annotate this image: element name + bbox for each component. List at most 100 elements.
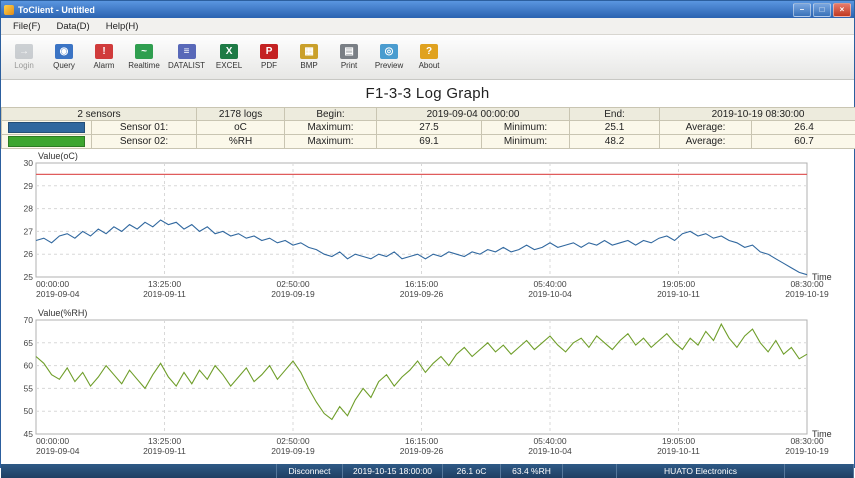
svg-text:2019-09-26: 2019-09-26: [400, 289, 444, 299]
svg-text:16:15:00: 16:15:00: [405, 279, 438, 289]
charts-area: 25262728293000:00:002019-09-0413:25:0020…: [1, 149, 854, 464]
close-button[interactable]: ×: [833, 3, 851, 17]
titlebar: ToClient - Untitled – □ ×: [1, 1, 854, 18]
status-segment: 2019-10-15 18:00:00: [343, 464, 443, 478]
end-value-cell: 2019-10-19 08:30:00: [660, 108, 855, 121]
realtime-icon: ~: [135, 44, 153, 59]
sensor-count-cell: 2 sensors: [2, 108, 197, 121]
about-button[interactable]: ? About: [410, 37, 448, 77]
sensor2-unit-cell: %RH: [197, 135, 285, 149]
query-button[interactable]: ◉ Query: [45, 37, 83, 77]
status-segment: 26.1 oC: [443, 464, 501, 478]
menu-item-help[interactable]: Help(H): [98, 21, 147, 32]
excel-button[interactable]: XEXCEL: [210, 37, 248, 77]
query-icon: ◉: [55, 44, 73, 59]
svg-text:19:05:00: 19:05:00: [662, 436, 695, 446]
alarm-button[interactable]: ! Alarm: [85, 37, 123, 77]
svg-text:45: 45: [24, 429, 34, 439]
svg-text:19:05:00: 19:05:00: [662, 279, 695, 289]
pdf-label: PDF: [261, 61, 277, 70]
svg-text:65: 65: [24, 338, 34, 348]
app-icon: [4, 5, 14, 15]
sensor2-label-cell: Sensor 02:: [92, 135, 197, 149]
datalist-icon: ≡: [178, 44, 196, 59]
svg-text:00:00:00: 00:00:00: [36, 436, 69, 446]
sensor2-color-swatch: [8, 136, 85, 147]
datalist-label: DATALIST: [168, 61, 205, 70]
svg-text:2019-10-19: 2019-10-19: [785, 446, 829, 456]
sensor1-swatch-cell: [2, 121, 92, 135]
sensor2-max-label: Maximum:: [285, 135, 377, 149]
svg-text:2019-09-04: 2019-09-04: [36, 289, 80, 299]
realtime-label: Realtime: [128, 61, 160, 70]
svg-text:25: 25: [24, 272, 34, 282]
sensor1-color-swatch: [8, 122, 85, 133]
toolbar: → Login ◉ Query! Alarm ~ Realtime ≡ DATALIST XEXC…: [1, 35, 854, 80]
about-label: About: [419, 61, 440, 70]
login-label: Login: [14, 61, 34, 70]
login-button[interactable]: → Login: [5, 37, 43, 77]
page-title: F1-3-3 Log Graph: [365, 85, 489, 102]
svg-text:2019-09-11: 2019-09-11: [143, 289, 186, 299]
svg-text:28: 28: [24, 204, 34, 214]
svg-text:2019-09-26: 2019-09-26: [400, 446, 444, 456]
login-icon: →: [15, 44, 33, 59]
sensor2-min-value: 48.2: [570, 135, 660, 149]
svg-text:2019-09-19: 2019-09-19: [271, 289, 315, 299]
sensor1-avg-value: 26.4: [752, 121, 855, 135]
excel-icon: X: [220, 44, 238, 59]
query-label: Query: [53, 61, 75, 70]
svg-text:05:40:00: 05:40:00: [533, 436, 566, 446]
status-segment: Disconnect: [277, 464, 343, 478]
sensor1-max-label: Maximum:: [285, 121, 377, 135]
svg-text:2019-09-04: 2019-09-04: [36, 446, 80, 456]
status-segment: [1, 464, 277, 478]
status-segment: 63.4 %RH: [501, 464, 563, 478]
menu-item-file[interactable]: File(F): [5, 21, 48, 32]
realtime-button[interactable]: ~ Realtime: [125, 37, 163, 77]
svg-text:55: 55: [24, 383, 34, 393]
humidity-chart: 45505560657000:00:002019-09-0413:25:0020…: [6, 307, 849, 459]
svg-text:13:25:00: 13:25:00: [148, 279, 181, 289]
sensor2-avg-value: 60.7: [752, 135, 855, 149]
datalist-button[interactable]: ≡ DATALIST: [165, 37, 208, 77]
alarm-icon: !: [95, 44, 113, 59]
window-title: ToClient - Untitled: [18, 5, 791, 15]
about-icon: ?: [420, 44, 438, 59]
sensor1-label-cell: Sensor 01:: [92, 121, 197, 135]
menubar: File(F)Data(D)Help(H): [1, 18, 854, 35]
header: F1-3-3 Log Graph: [1, 80, 854, 107]
svg-text:2019-09-19: 2019-09-19: [271, 446, 315, 456]
status-segment: HUATO Electronics: [617, 464, 785, 478]
summary-table: 2 sensors 2178 logs Begin: 2019-09-04 00…: [1, 107, 855, 149]
temperature-chart: 25262728293000:00:002019-09-0413:25:0020…: [6, 150, 849, 302]
svg-text:Value(oC): Value(oC): [38, 151, 78, 161]
pdf-icon: P: [260, 44, 278, 59]
statusbar: Disconnect2019-10-15 18:00:0026.1 oC63.4…: [1, 464, 854, 478]
minimize-button[interactable]: –: [793, 3, 811, 17]
svg-text:Value(%RH): Value(%RH): [38, 308, 87, 318]
preview-button[interactable]: ◎Preview: [370, 37, 408, 77]
svg-text:70: 70: [24, 315, 34, 325]
svg-text:2019-10-04: 2019-10-04: [528, 289, 572, 299]
sensor2-swatch-cell: [2, 135, 92, 149]
sensor1-min-value: 25.1: [570, 121, 660, 135]
sensor1-max-value: 27.5: [377, 121, 482, 135]
begin-value-cell: 2019-09-04 00:00:00: [377, 108, 570, 121]
print-icon: ▤: [340, 44, 358, 59]
pdf-button[interactable]: P PDF: [250, 37, 288, 77]
alarm-label: Alarm: [94, 61, 115, 70]
svg-text:60: 60: [24, 361, 34, 371]
menu-item-data[interactable]: Data(D): [48, 21, 97, 32]
app-window: ToClient - Untitled – □ × File(F)Data(D)…: [0, 0, 855, 468]
status-segment: [785, 464, 854, 478]
print-button[interactable]: ▤Print: [330, 37, 368, 77]
svg-text:2019-10-11: 2019-10-11: [657, 446, 700, 456]
svg-text:00:00:00: 00:00:00: [36, 279, 69, 289]
bmp-button[interactable]: ▦BMP: [290, 37, 328, 77]
end-label-cell: End:: [570, 108, 660, 121]
svg-text:2019-10-19: 2019-10-19: [785, 289, 829, 299]
svg-text:26: 26: [24, 249, 34, 259]
svg-text:50: 50: [24, 406, 34, 416]
maximize-button[interactable]: □: [813, 3, 831, 17]
